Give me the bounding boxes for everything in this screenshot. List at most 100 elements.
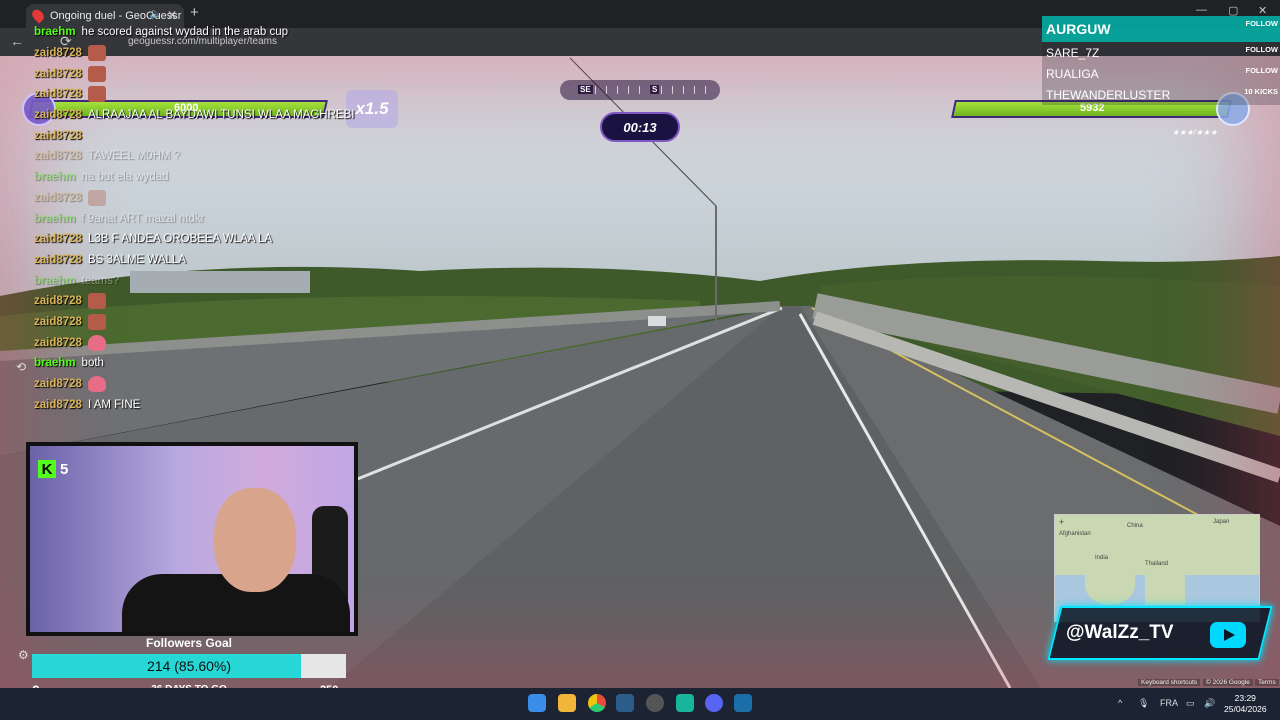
network-icon[interactable]: ▭ xyxy=(1186,698,1195,709)
chat-text: f 9anat ART mazal ntdkr xyxy=(81,212,205,225)
compass: SE S xyxy=(560,80,720,100)
webcam-overlay: K 5 xyxy=(26,442,358,636)
chat-message: zaid8728 xyxy=(34,291,364,312)
chat-message: zaid8728 xyxy=(34,188,364,209)
chat-text: I AM FINE xyxy=(87,398,141,411)
chat-username[interactable]: zaid8728 xyxy=(34,399,82,411)
chat-emote-icon xyxy=(87,376,106,393)
chat-username[interactable]: zaid8728 xyxy=(34,337,82,349)
follow-action: FOLLOW xyxy=(1245,19,1279,28)
chat-message: zaid8728 xyxy=(34,374,364,395)
compass-s-label: S xyxy=(650,85,660,94)
chat-username[interactable]: braehm xyxy=(34,213,76,225)
chat-username[interactable]: zaid8728 xyxy=(34,47,82,59)
chat-message: zaid8728 TAWEEL M0HM ? xyxy=(34,146,364,167)
terms-link[interactable]: Terms xyxy=(1255,679,1279,686)
follower-name: RUALIGA xyxy=(1046,66,1099,81)
chat-username[interactable]: zaid8728 xyxy=(34,233,82,245)
follower-name: THEWANDERLUSTER xyxy=(1046,87,1171,102)
chat-text: both xyxy=(81,357,104,370)
chat-username[interactable]: zaid8728 xyxy=(34,316,82,328)
chat-emote-icon xyxy=(87,65,106,82)
clock-time: 23:29 xyxy=(1234,693,1256,703)
follower-name: AURGUW xyxy=(1046,21,1111,37)
chat-username[interactable]: braehm xyxy=(34,357,76,369)
chat-username[interactable]: braehm xyxy=(34,171,76,183)
chat-username[interactable]: zaid8728 xyxy=(34,192,82,204)
stream-chat: braehm he scored against wydad in the ara… xyxy=(34,22,364,415)
youtube-handle: @WalZz_TV xyxy=(1066,622,1174,643)
system-clock[interactable]: 23:29 25/04/2026 xyxy=(1224,693,1267,715)
mute-icon[interactable]: 🔈 xyxy=(150,9,162,20)
language-indicator[interactable]: FRA xyxy=(1160,698,1178,708)
chat-message: zaid8728 xyxy=(34,332,364,353)
followers-goal-title: Followers Goal xyxy=(145,636,232,650)
chat-text: BS 3ALME WALLA xyxy=(87,253,186,266)
tab-close-icon[interactable]: ✕ xyxy=(167,8,177,22)
chat-message: zaid8728 xyxy=(34,43,364,64)
chrome-icon[interactable] xyxy=(588,694,606,712)
map-label-thailand: Thailand xyxy=(1145,561,1169,567)
map-land-sea xyxy=(1145,565,1185,605)
keyboard-shortcuts-link[interactable]: Keyboard shortcuts xyxy=(1138,679,1201,686)
window-minimize-button[interactable]: — xyxy=(1196,4,1207,16)
steam-icon[interactable] xyxy=(616,694,634,712)
chat-message: braehm he scored against wydad in the ara… xyxy=(34,22,364,43)
map-copyright: © 2026 Google xyxy=(1203,679,1253,686)
chat-message: braehm na but ela wydad xyxy=(34,167,364,188)
volume-icon[interactable]: 🔊 xyxy=(1204,698,1215,709)
chat-username[interactable]: zaid8728 xyxy=(34,254,82,266)
chat-message: braehm f 9anat ART mazal ntdkr xyxy=(34,208,364,229)
youtube-icon xyxy=(1210,622,1246,648)
chat-message: braehm teams? xyxy=(34,270,364,291)
tray-overflow-icon[interactable]: ^ xyxy=(1118,698,1122,708)
start-button-icon[interactable] xyxy=(528,694,546,712)
file-explorer-icon[interactable] xyxy=(558,694,576,712)
chat-username[interactable]: braehm xyxy=(34,275,76,287)
chat-message: braehm both xyxy=(34,353,364,374)
new-tab-button[interactable]: + xyxy=(190,4,199,21)
followers-goal-bar: 214 (85.60%) xyxy=(32,654,346,678)
microphone-icon[interactable]: 🎙 xyxy=(1138,698,1149,709)
chat-username[interactable]: zaid8728 xyxy=(34,88,82,100)
app-icon[interactable] xyxy=(676,694,694,712)
recent-follows: AURGUW FOLLOW SARE_7Z FOLLOW RUALIGA FOLLOW TH… xyxy=(1042,16,1280,105)
chat-emote-icon xyxy=(87,45,106,62)
compass-se-label: SE xyxy=(578,85,593,94)
map-label-afghanistan: Afghanistan xyxy=(1059,531,1091,537)
discord-icon[interactable] xyxy=(705,694,723,712)
chat-username[interactable]: zaid8728 xyxy=(34,150,82,162)
rotate-icon[interactable]: ⟲ xyxy=(16,360,26,374)
chat-emote-icon xyxy=(87,293,106,310)
chat-text: ALRAAJAA AL BAYDAWI TUNSI WLAA MAGHREBI xyxy=(87,109,355,122)
follow-action: 10 KICKS xyxy=(1244,87,1278,96)
steam-client-icon[interactable] xyxy=(734,694,752,712)
clock-date: 25/04/2026 xyxy=(1224,704,1267,714)
back-button[interactable]: ← xyxy=(10,33,24,49)
chat-text: TAWEEL M0HM ? xyxy=(87,150,181,163)
chat-username[interactable]: zaid8728 xyxy=(34,68,82,80)
kick-count: 5 xyxy=(60,460,69,478)
chat-username[interactable]: zaid8728 xyxy=(34,378,82,390)
chat-emote-icon xyxy=(87,189,106,206)
chat-message: zaid8728 xyxy=(34,125,364,146)
follow-row: THEWANDERLUSTER 10 KICKS xyxy=(1042,84,1280,105)
chat-username[interactable]: zaid8728 xyxy=(34,295,82,307)
chat-message: zaid8728 BS 3ALME WALLA xyxy=(34,250,364,271)
chat-text: he scored against wydad in the arab cup xyxy=(81,26,289,39)
chat-username[interactable]: zaid8728 xyxy=(34,130,82,142)
round-timer: 00:13 xyxy=(600,112,680,142)
chat-message: zaid8728 I AM FINE xyxy=(34,394,364,415)
obs-icon[interactable] xyxy=(646,694,664,712)
map-label-japan: Japan xyxy=(1213,519,1230,525)
followers-goal-value: 214 (85.60%) xyxy=(146,658,232,674)
map-label-china: China xyxy=(1127,523,1143,529)
chat-emote-icon xyxy=(87,313,106,330)
chat-username[interactable]: zaid8728 xyxy=(34,109,82,121)
screen: { "browser": { "tab_title": "Ongoing due… xyxy=(0,0,1280,720)
chat-emote-icon xyxy=(87,334,106,351)
chat-username[interactable]: braehm xyxy=(34,26,76,38)
map-zoom-button[interactable]: + xyxy=(1059,517,1064,527)
settings-icon[interactable]: ⚙ xyxy=(18,648,29,662)
follow-row: SARE_7Z FOLLOW xyxy=(1042,42,1280,63)
